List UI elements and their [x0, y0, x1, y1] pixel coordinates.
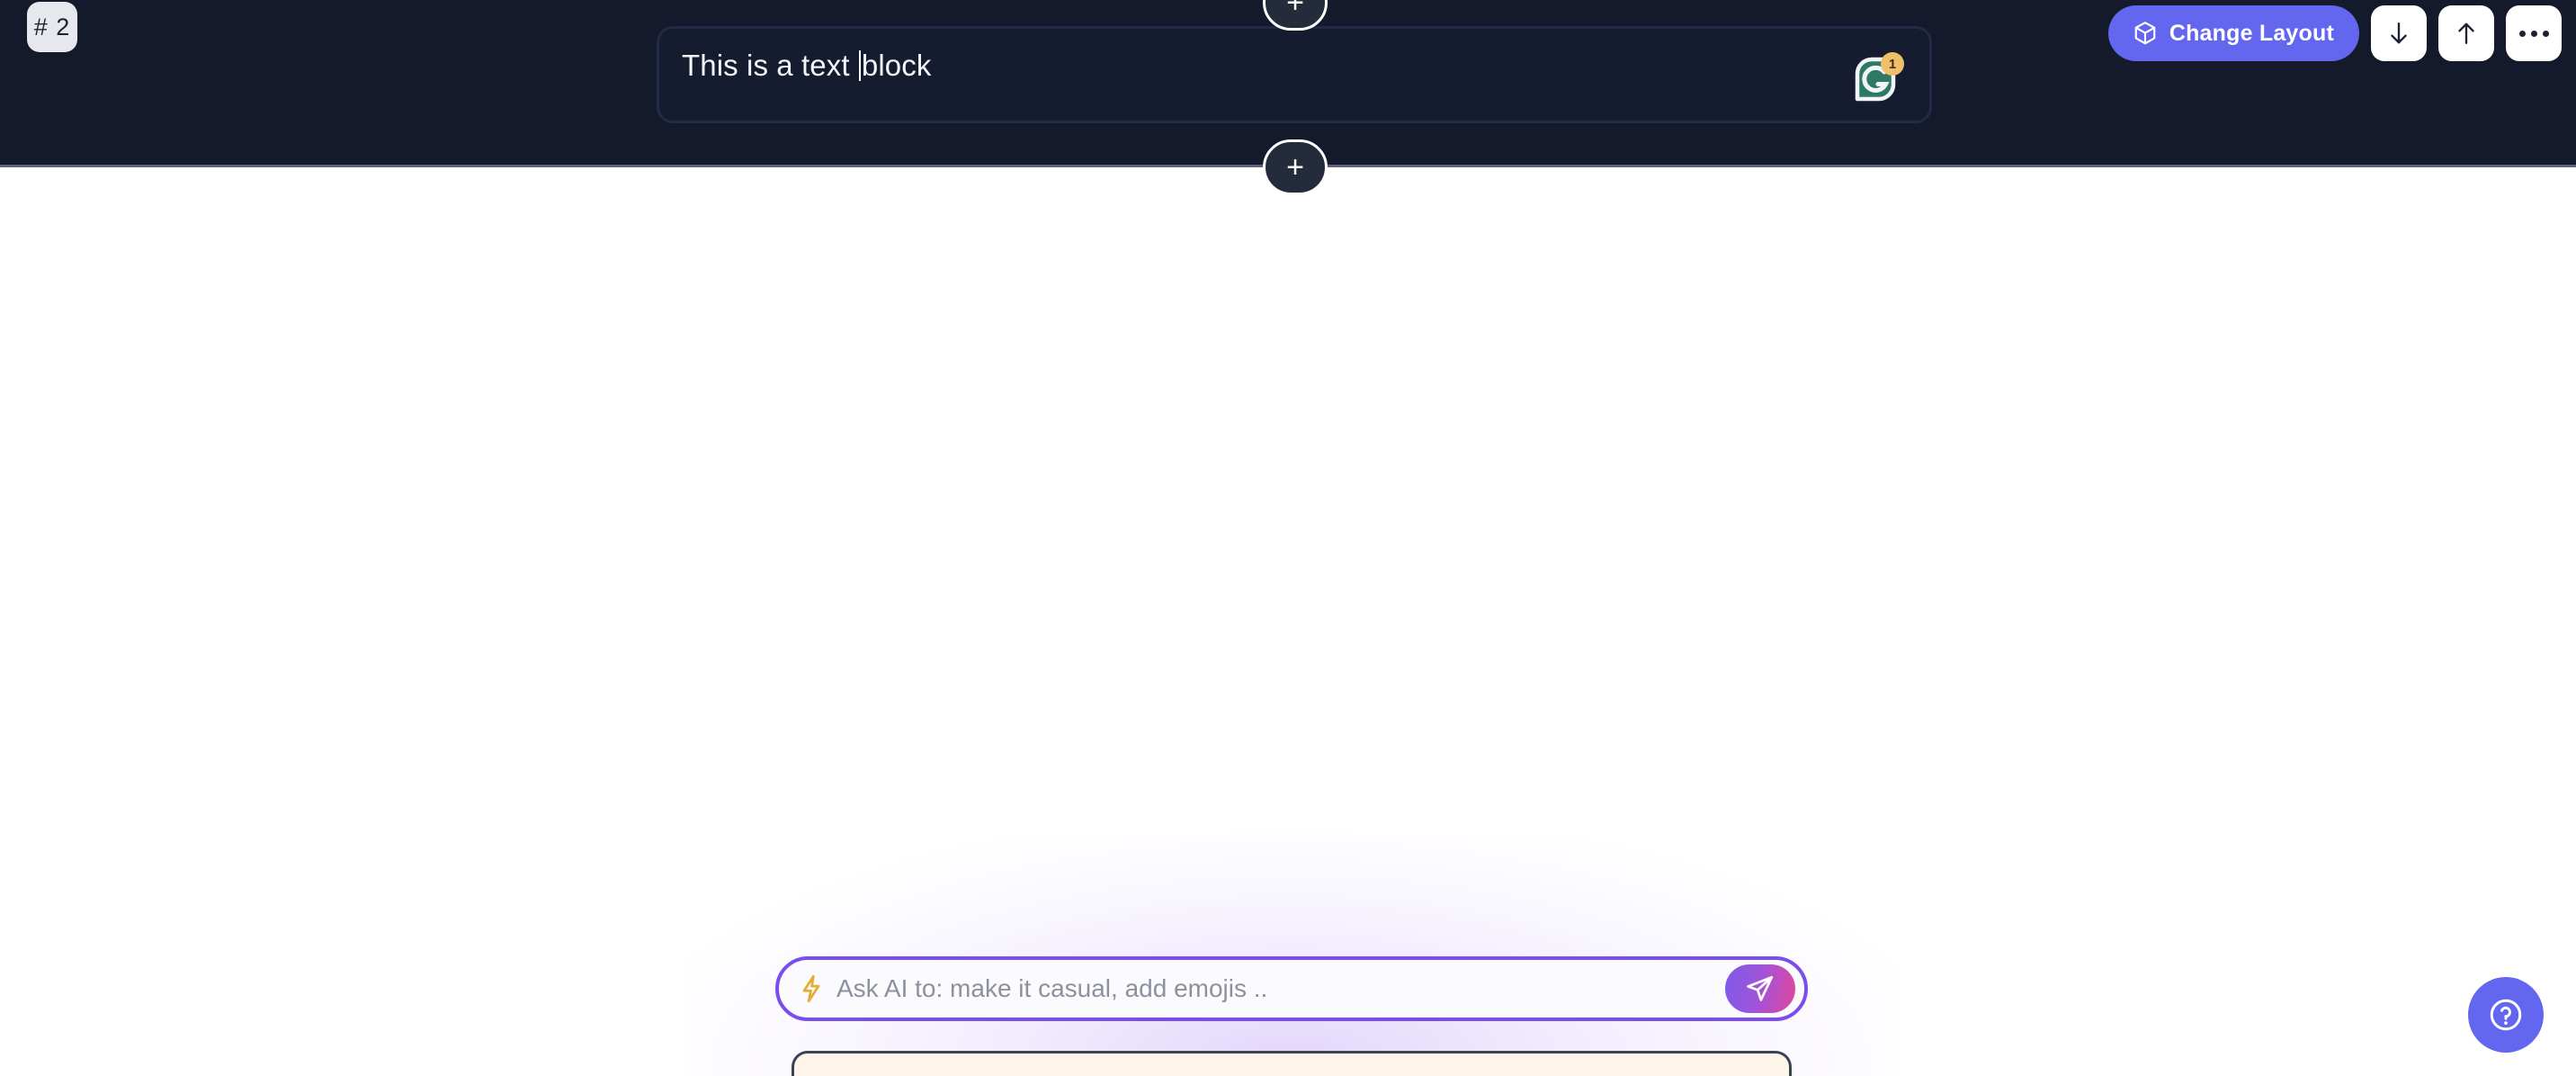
ellipsis-icon — [2518, 30, 2549, 37]
send-paper-plane-icon — [1747, 975, 1774, 1001]
block-number-badge: # 2 — [27, 2, 77, 52]
ai-prompt-glow — [684, 833, 1898, 1076]
ai-scope-notice: It will be applied to the selected text … — [792, 1051, 1792, 1076]
ai-prompt-bar[interactable] — [775, 956, 1808, 1021]
editor-toolbar: Change Layout — [2107, 5, 2562, 61]
question-mark-circle-icon — [2490, 999, 2522, 1031]
lightning-bolt-icon — [802, 974, 820, 1003]
arrow-up-icon — [2458, 22, 2474, 44]
grammarly-suggestion-count-badge: 1 — [1881, 52, 1904, 76]
editor-dark-header: # 2 This is a text block 1 + + Change La… — [0, 0, 2576, 195]
move-block-up-button[interactable] — [2438, 5, 2494, 61]
arrow-down-icon — [2391, 22, 2407, 44]
more-options-button[interactable] — [2506, 5, 2562, 61]
text-block-text-after-caret: block — [861, 49, 932, 82]
text-block-text-before-caret: This is a text — [682, 49, 858, 82]
change-layout-label: Change Layout — [2169, 20, 2334, 46]
ai-prompt-input[interactable] — [836, 974, 1725, 1003]
help-button[interactable] — [2468, 977, 2544, 1053]
cube-icon — [2134, 22, 2156, 45]
add-block-below-button[interactable]: + — [1263, 139, 1328, 195]
grammarly-widget[interactable]: 1 — [1848, 52, 1904, 108]
text-cursor — [858, 50, 861, 81]
send-prompt-button[interactable] — [1725, 964, 1795, 1013]
change-layout-button[interactable]: Change Layout — [2107, 5, 2359, 61]
text-block-content[interactable]: This is a text block — [682, 49, 931, 83]
text-block[interactable]: This is a text block 1 — [657, 26, 1932, 123]
move-block-down-button[interactable] — [2371, 5, 2427, 61]
document-canvas — [0, 167, 2576, 1076]
